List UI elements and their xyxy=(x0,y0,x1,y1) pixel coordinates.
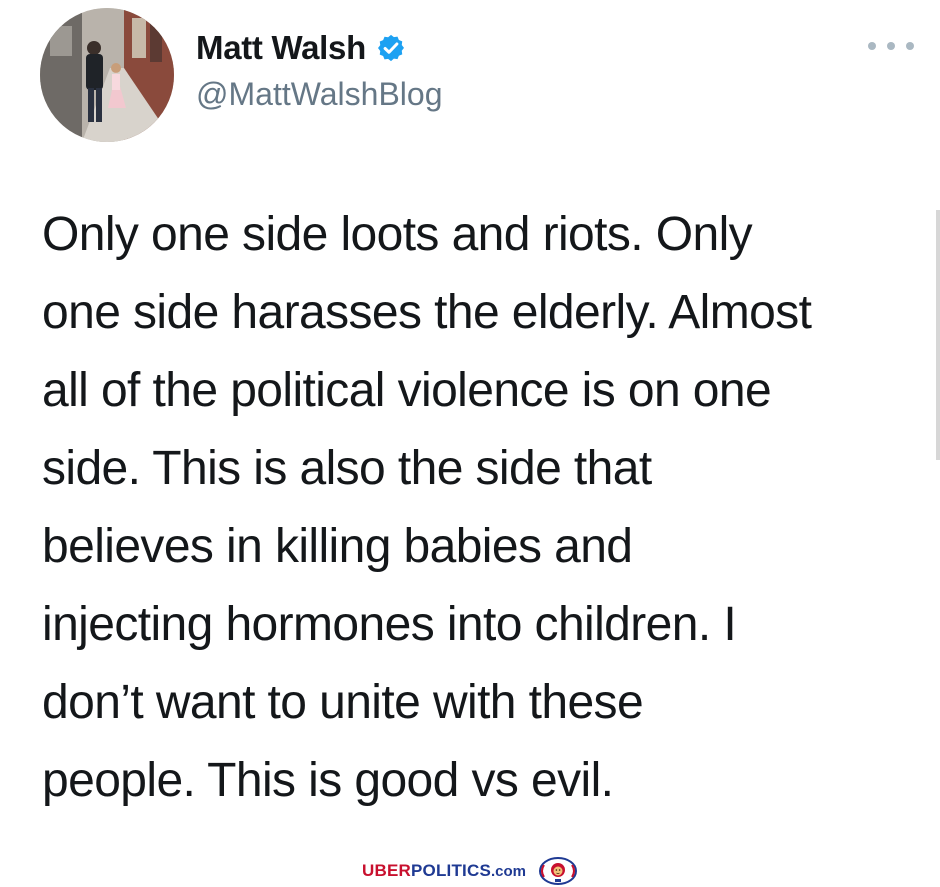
lion-shield-logo-icon xyxy=(539,857,577,885)
more-options-icon[interactable] xyxy=(868,36,914,56)
tweet-line: believes in killing babies and xyxy=(42,520,633,573)
watermark-text-politics: POLITICS xyxy=(410,861,491,880)
more-dot-icon xyxy=(887,42,895,50)
author-avatar[interactable] xyxy=(40,8,174,142)
author-name-row: Matt Walsh xyxy=(196,26,406,70)
tweet-line: side. This is also the side that xyxy=(42,442,652,495)
watermark-text-com: .com xyxy=(490,862,526,880)
author-handle[interactable]: @MattWalshBlog xyxy=(196,76,442,113)
watermark-text-uber: UBER xyxy=(362,861,411,880)
uberpolitics-watermark: UBER POLITICS .com xyxy=(362,857,578,885)
tweet-line: injecting hormones into children. I xyxy=(42,598,737,651)
author-display-name[interactable]: Matt Walsh xyxy=(196,29,366,67)
tweet-line: people. This is good vs evil. xyxy=(42,754,614,807)
more-dot-icon xyxy=(868,42,876,50)
tweet-line: all of the political violence is on one xyxy=(42,364,772,417)
profile-photo-icon xyxy=(40,8,174,142)
tweet-line: Only one side loots and riots. Only xyxy=(42,208,753,261)
tweet-line: don’t want to unite with these xyxy=(42,676,644,729)
verified-badge-icon xyxy=(377,34,404,62)
scrollbar-edge xyxy=(936,210,940,460)
tweet-body: Only one side loots and riots. Only one … xyxy=(42,196,922,820)
tweet-line: one side harasses the elderly. Almost xyxy=(42,286,812,339)
tweet-card: Matt Walsh @MattWalshBlog Only one side … xyxy=(0,0,940,887)
more-dot-icon xyxy=(906,42,914,50)
